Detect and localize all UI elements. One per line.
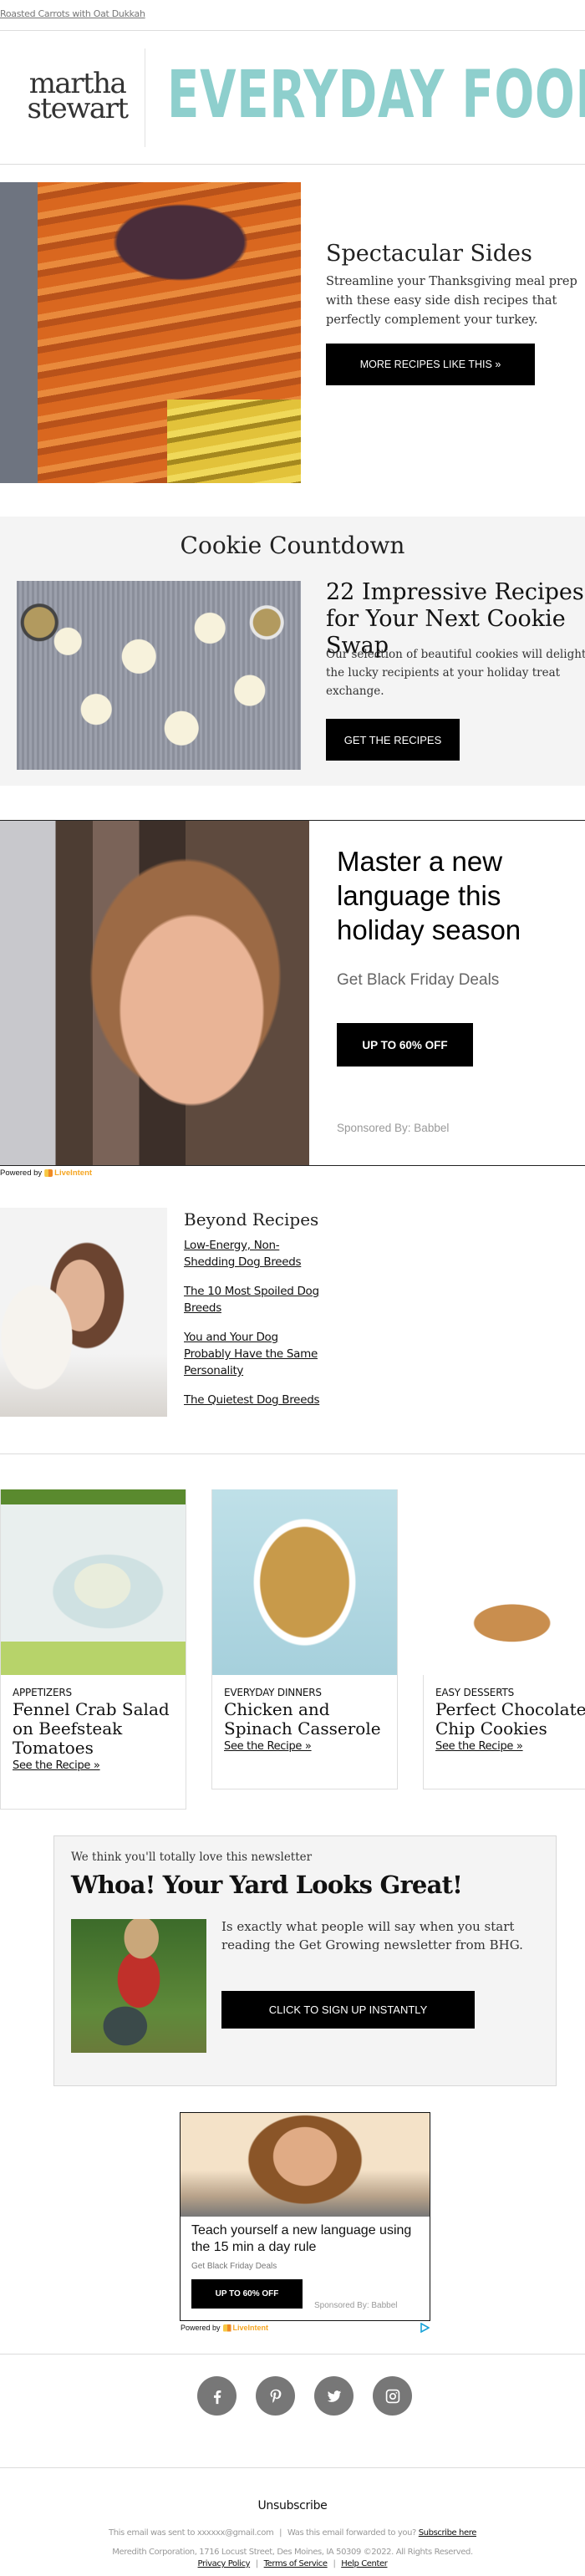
separator: | (333, 2559, 336, 2568)
cookie-section-heading: Cookie Countdown (180, 532, 405, 559)
facebook-button[interactable] (197, 2376, 237, 2416)
liveintent-logo-icon (222, 2324, 231, 2332)
hero-title[interactable]: Spectacular Sides (326, 241, 532, 267)
more-recipes-button[interactable]: MORE RECIPES LIKE THIS » (326, 344, 535, 385)
ad-sponsor: Sponsored By: Babbel (314, 2301, 398, 2310)
beyond-recipes-links: Low-Energy, Non-Shedding Dog Breeds The … (184, 1237, 326, 1421)
footer-links: Privacy Policy | Terms of Service | Help… (0, 2559, 585, 2568)
subscribe-here-link[interactable]: Subscribe here (419, 2528, 477, 2538)
recipe-category: EVERYDAY DINNERS (224, 1687, 322, 1698)
wreath-cookies-image[interactable] (17, 581, 301, 770)
woman-with-dog-image[interactable] (0, 1208, 167, 1417)
see-recipe-link[interactable]: See the Recipe » (13, 1759, 100, 1772)
chicken-casserole-image[interactable] (212, 1489, 397, 1675)
recipe-category: EASY DESSERTS (435, 1687, 515, 1698)
pinterest-button[interactable] (256, 2376, 295, 2416)
beyond-recipes-heading: Beyond Recipes (184, 1209, 319, 1229)
laughing-woman-image[interactable] (0, 821, 309, 1165)
liveintent-logo: LiveIntent (44, 1168, 92, 1178)
help-center-link[interactable]: Help Center (341, 2559, 388, 2568)
ad-headline[interactable]: Teach yourself a new language using the … (191, 2222, 425, 2256)
twitter-icon (327, 2390, 341, 2402)
everyday-food-logo[interactable]: EVERYDAY FOOD (167, 60, 585, 130)
sent-to-text: This email was sent to xxxxxx@gmail.com (109, 2528, 274, 2538)
footer-sent-to: This email was sent to xxxxxx@gmail.com … (0, 2528, 585, 2538)
divider (0, 2467, 585, 2468)
privacy-policy-link[interactable]: Privacy Policy (198, 2559, 251, 2568)
liveintent-logo: LiveIntent (222, 2324, 269, 2332)
logo-line-2: stewart (27, 92, 129, 125)
ad-subtitle: Get Black Friday Deals (191, 2262, 277, 2271)
gardening-woman-image[interactable] (71, 1919, 206, 2053)
divider (0, 1453, 585, 1454)
chocolate-chip-cookies-image[interactable] (423, 1489, 585, 1675)
recipe-title[interactable]: Fennel Crab Salad on Beefsteak Tomatoes (13, 1700, 180, 1758)
newsletter-title: Whoa! Your Yard Looks Great! (71, 1871, 463, 1899)
beyond-recipes-link[interactable]: The 10 Most Spoiled Dog Breeds (184, 1283, 326, 1316)
liveintent-brand: LiveIntent (54, 1168, 93, 1178)
separator: | (255, 2559, 258, 2568)
powered-by-label: Powered by (181, 2324, 221, 2332)
ad-headline[interactable]: Master a new language this holiday seaso… (337, 844, 579, 947)
twitter-button[interactable] (314, 2376, 354, 2416)
recipe-card-text: EVERYDAY DINNERS Chicken and Spinach Cas… (224, 1687, 391, 1754)
martha-stewart-logo[interactable]: martha stewart (25, 69, 130, 125)
newsletter-kicker: We think you'll totally love this newsle… (71, 1851, 313, 1864)
ad-sponsor: Sponsored By: Babbel (337, 1122, 450, 1134)
terms-of-service-link[interactable]: Terms of Service (264, 2559, 328, 2568)
cookie-article-description: Our selection of beautiful cookies will … (326, 648, 585, 698)
unsubscribe-link[interactable]: Unsubscribe (0, 2499, 585, 2512)
ad-subtitle: Get Black Friday Deals (337, 971, 500, 989)
beyond-recipes-link[interactable]: Low-Energy, Non-Shedding Dog Breeds (184, 1237, 326, 1270)
powered-by-liveintent[interactable]: Powered by LiveIntent (181, 2324, 268, 2332)
beyond-recipes-link[interactable]: You and Your Dog Probably Have the Same … (184, 1329, 326, 1379)
see-recipe-link[interactable]: See the Recipe » (435, 1740, 523, 1753)
instagram-icon (385, 2389, 399, 2403)
get-the-recipes-button[interactable]: GET THE RECIPES (326, 719, 460, 761)
see-recipe-link[interactable]: See the Recipe » (224, 1740, 312, 1753)
powered-by-liveintent[interactable]: Powered by LiveIntent (0, 1168, 92, 1178)
hero-description: Streamline your Thanksgiving meal prep w… (326, 275, 577, 327)
recipe-card-text: APPETIZERS Fennel Crab Salad on Beefstea… (13, 1687, 180, 1773)
recipe-category: APPETIZERS (13, 1687, 72, 1698)
recipe-card-text: EASY DESSERTS Perfect Chocolate Chip Coo… (435, 1687, 585, 1754)
adchoices-icon[interactable] (420, 2322, 430, 2334)
roasted-carrots-image[interactable] (0, 182, 301, 483)
divider (0, 30, 585, 31)
liveintent-brand: LiveIntent (232, 2324, 269, 2332)
recipe-title[interactable]: Chicken and Spinach Casserole (224, 1700, 391, 1739)
footer-address: Meredith Corporation, 1716 Locust Street… (112, 2548, 473, 2557)
pinterest-icon (270, 2389, 281, 2403)
ad-discount-button[interactable]: UP TO 60% OFF (337, 1023, 473, 1067)
newsletter-description: Is exactly what people will say when you… (221, 1919, 523, 1952)
separator: | (279, 2528, 282, 2538)
liveintent-logo-icon (44, 1169, 53, 1177)
sign-up-button[interactable]: CLICK TO SIGN UP INSTANTLY (221, 1991, 475, 2029)
beyond-recipes-link[interactable]: The Quietest Dog Breeds (184, 1392, 326, 1408)
powered-by-label: Powered by (0, 1168, 43, 1178)
fennel-crab-salad-image[interactable] (1, 1489, 186, 1675)
instagram-button[interactable] (373, 2376, 412, 2416)
ad-discount-button[interactable]: UP TO 60% OFF (191, 2279, 303, 2309)
divider (0, 164, 585, 165)
facebook-icon (213, 2390, 221, 2404)
forwarded-text: Was this email forwarded to you? (287, 2528, 416, 2538)
divider (0, 2354, 585, 2355)
smiling-man-image[interactable] (181, 2113, 430, 2217)
recipe-title[interactable]: Perfect Chocolate Chip Cookies (435, 1700, 585, 1739)
preheader-link[interactable]: Roasted Carrots with Oat Dukkah (0, 8, 145, 19)
